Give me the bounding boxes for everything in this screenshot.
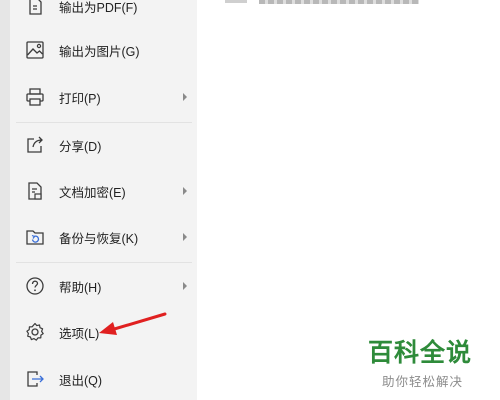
menu-item-label: 选项(L): [59, 326, 100, 341]
gear-icon: [24, 321, 46, 343]
document-lock-icon: [24, 180, 46, 202]
page-edge-strip: [0, 0, 10, 400]
watermark-title: 百科全说: [368, 338, 473, 367]
help-icon: [24, 275, 46, 297]
printer-icon: [24, 86, 46, 108]
export-pdf-icon: [24, 0, 46, 17]
menu-item-label: 输出为图片(G): [59, 44, 140, 59]
menu-item-label: 备份与恢复(K): [59, 231, 139, 246]
menu-item-label: 分享(D): [59, 139, 102, 154]
menu-item-export-image[interactable]: 输出为图片(G): [10, 30, 197, 70]
backup-restore-icon: [24, 226, 46, 248]
menu-item-export-pdf[interactable]: 输出为PDF(F): [10, 0, 197, 26]
menu-item-encrypt[interactable]: 文档加密(E): [10, 171, 197, 211]
menu-item-backup[interactable]: 备份与恢复(K): [10, 217, 197, 257]
export-image-icon: [24, 39, 46, 61]
menu-item-label: 文档加密(E): [59, 185, 126, 200]
submenu-chevron-icon: [183, 93, 187, 101]
annotation-arrow-icon: [99, 312, 167, 335]
menu-divider: [16, 262, 192, 263]
menu-item-label: 输出为PDF(F): [59, 0, 138, 15]
document-fragment: [225, 0, 247, 3]
menu-item-label: 退出(Q): [59, 373, 103, 388]
menu-item-share[interactable]: 分享(D): [10, 125, 197, 165]
menu-item-label: 帮助(H): [59, 280, 102, 295]
watermark: 百科全说 助你轻松解决: [368, 338, 490, 394]
submenu-chevron-icon: [183, 282, 187, 290]
share-icon: [24, 134, 46, 156]
submenu-chevron-icon: [183, 233, 187, 241]
document-text-fragment: [259, 0, 419, 4]
submenu-chevron-icon: [183, 187, 187, 195]
menu-item-exit[interactable]: 退出(Q): [10, 359, 197, 399]
watermark-subtitle: 助你轻松解决: [382, 375, 464, 389]
exit-icon: [24, 368, 46, 390]
menu-item-label: 打印(P): [59, 91, 101, 106]
menu-item-print[interactable]: 打印(P): [10, 77, 197, 117]
menu-item-help[interactable]: 帮助(H): [10, 266, 197, 306]
menu-divider: [16, 122, 192, 123]
